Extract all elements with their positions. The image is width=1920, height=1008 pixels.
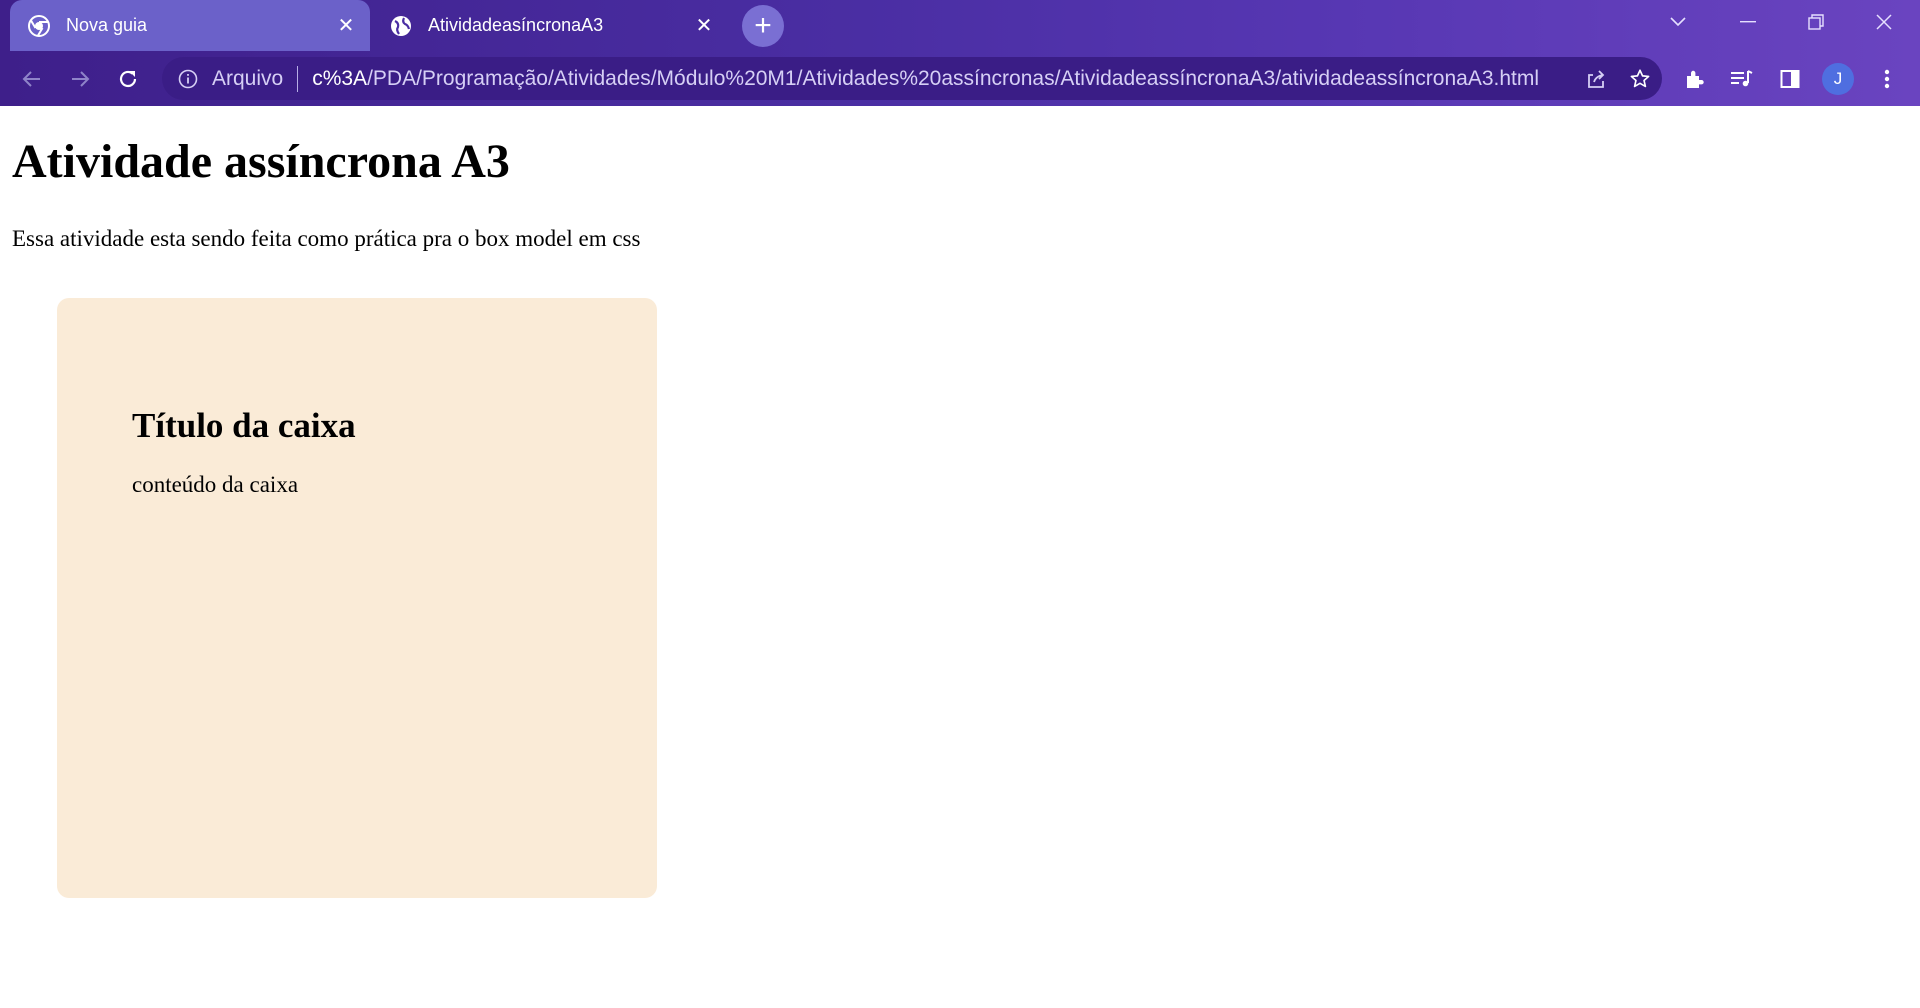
close-tab-icon[interactable]: ✕ xyxy=(332,12,360,40)
reload-icon[interactable] xyxy=(108,59,148,99)
browser-frame: Nova guia ✕ AtividadeasíncronaA3 ✕ + Arq… xyxy=(0,0,1920,106)
extensions-icon[interactable] xyxy=(1674,59,1714,99)
content-box: Título da caixa conteúdo da caixa xyxy=(57,298,657,898)
info-icon[interactable] xyxy=(176,67,200,91)
url-text[interactable]: c%3A/PDA/Programação/Atividades/Módulo%2… xyxy=(312,67,1574,91)
close-tab-icon[interactable]: ✕ xyxy=(690,12,718,40)
forward-arrow-icon[interactable] xyxy=(60,59,100,99)
tab-title: AtividadeasíncronaA3 xyxy=(428,15,604,35)
url-host: c%3A xyxy=(312,66,368,90)
bookmark-star-icon[interactable] xyxy=(1618,59,1662,99)
new-tab-button[interactable]: + xyxy=(742,5,784,47)
side-panel-icon[interactable] xyxy=(1770,59,1810,99)
tab-strip: Nova guia ✕ AtividadeasíncronaA3 ✕ + xyxy=(0,0,1920,51)
globe-icon xyxy=(390,15,412,37)
box-content: conteúdo da caixa xyxy=(132,472,299,497)
more-menu-icon[interactable] xyxy=(1867,59,1907,99)
box-title: Título da caixa xyxy=(132,406,356,445)
tab-search-icon[interactable] xyxy=(1646,0,1710,44)
scheme-label: Arquivo xyxy=(212,66,284,90)
close-window-icon[interactable] xyxy=(1852,0,1916,44)
minimize-icon[interactable] xyxy=(1716,0,1780,44)
intro-paragraph: Essa atividade esta sendo feita como prá… xyxy=(12,226,641,251)
restore-icon[interactable] xyxy=(1784,0,1848,44)
page-title: Atividade assíncrona A3 xyxy=(12,135,510,188)
share-icon[interactable] xyxy=(1574,59,1618,99)
divider xyxy=(297,65,299,92)
address-bar[interactable]: Arquivo c%3A/PDA/Programação/Atividades/… xyxy=(162,57,1662,100)
chrome-icon xyxy=(28,14,50,37)
tab-title: Nova guia xyxy=(66,15,148,35)
profile-avatar[interactable]: J xyxy=(1822,63,1854,95)
back-arrow-icon[interactable] xyxy=(12,59,52,99)
url-path: /PDA/Programação/Atividades/Módulo%20M1/… xyxy=(367,66,1540,90)
tab-nova-guia[interactable]: Nova guia ✕ xyxy=(10,0,370,51)
tab-atividade[interactable]: AtividadeasíncronaA3 ✕ xyxy=(372,0,728,51)
page-content: Atividade assíncrona A3 Essa atividade e… xyxy=(0,106,1920,1008)
media-queue-icon[interactable] xyxy=(1722,59,1762,99)
browser-toolbar: Arquivo c%3A/PDA/Programação/Atividades/… xyxy=(0,51,1920,106)
